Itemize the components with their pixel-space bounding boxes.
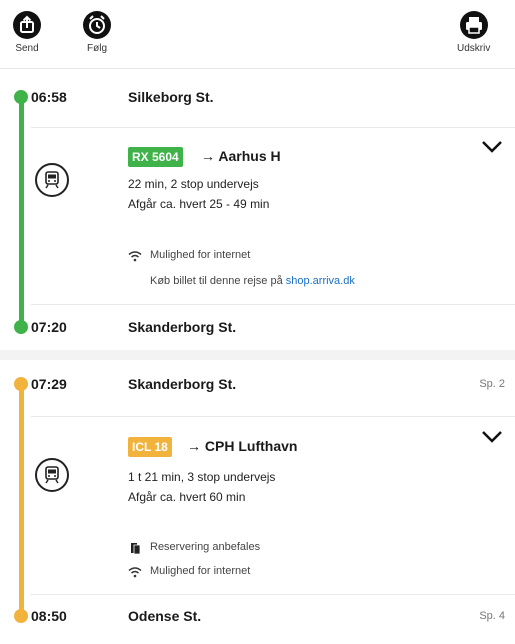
track-number: Sp. 2: [479, 378, 505, 390]
note-reservation: Reservering anbefales: [150, 541, 261, 553]
ticket-prefix: Køb billet til denne rejse på: [150, 275, 286, 287]
arrival-time: 08:50: [31, 608, 67, 624]
divider: [31, 594, 515, 595]
destination: → Aarhus H: [201, 148, 281, 164]
wifi-icon: [128, 567, 142, 578]
share-icon: [13, 11, 41, 39]
ticket-link[interactable]: shop.arriva.dk: [286, 275, 355, 287]
arrow: →: [201, 148, 215, 164]
divider: [31, 127, 515, 128]
trip-duration: 1 t 21 min, 3 stop undervejs: [128, 470, 276, 484]
arrival-time: 07:20: [31, 319, 67, 335]
train-icon: [35, 458, 69, 492]
track-number: Sp. 4: [479, 610, 505, 622]
train-icon: [35, 163, 69, 197]
send-label: Send: [15, 43, 39, 54]
departure-station: Skanderborg St.: [128, 376, 237, 392]
arrow: →: [187, 438, 201, 454]
route-line-leg-2: [19, 382, 24, 614]
route-line-leg-1: [19, 95, 24, 331]
trip-duration: 22 min, 2 stop undervejs: [128, 177, 259, 191]
send-button[interactable]: Send: [12, 10, 42, 54]
destination-name: Aarhus H: [218, 148, 281, 164]
trip-frequency: Afgår ca. hvert 60 min: [128, 490, 246, 504]
divider: [31, 304, 515, 305]
destination: → CPH Lufthavn: [187, 438, 297, 454]
trip-frequency: Afgår ca. hvert 25 - 49 min: [128, 197, 270, 211]
divider: [31, 416, 515, 417]
leg-separator: [0, 350, 515, 360]
departure-time: 06:58: [31, 89, 67, 105]
train-badge: ICL 18: [128, 437, 172, 457]
print-label: Udskriv: [457, 43, 491, 54]
arrival-station: Skanderborg St.: [128, 319, 237, 335]
print-button[interactable]: Udskriv: [457, 10, 490, 54]
follow-button[interactable]: Følg: [82, 10, 112, 54]
train-badge: RX 5604: [128, 147, 183, 167]
wifi-icon: [128, 251, 142, 262]
ticket-text: Køb billet til denne rejse på shop.arriv…: [150, 275, 355, 287]
departure-station: Silkeborg St.: [128, 89, 214, 105]
chevron-down-icon[interactable]: [481, 140, 503, 154]
chevron-down-icon[interactable]: [481, 430, 503, 444]
alarm-clock-icon: [83, 11, 111, 39]
follow-label: Følg: [87, 43, 107, 54]
arrival-station: Odense St.: [128, 608, 202, 624]
note-internet: Mulighed for internet: [150, 565, 251, 577]
note-internet: Mulighed for internet: [150, 249, 251, 261]
departure-dot: [14, 90, 28, 104]
arrival-dot: [14, 320, 28, 334]
reservation-icon: [131, 543, 141, 554]
departure-dot: [14, 377, 28, 391]
printer-icon: [459, 11, 488, 39]
arrival-dot: [14, 609, 28, 623]
departure-time: 07:29: [31, 376, 67, 392]
destination-name: CPH Lufthavn: [204, 438, 298, 454]
toolbar: Send Følg Udskriv: [0, 0, 515, 69]
